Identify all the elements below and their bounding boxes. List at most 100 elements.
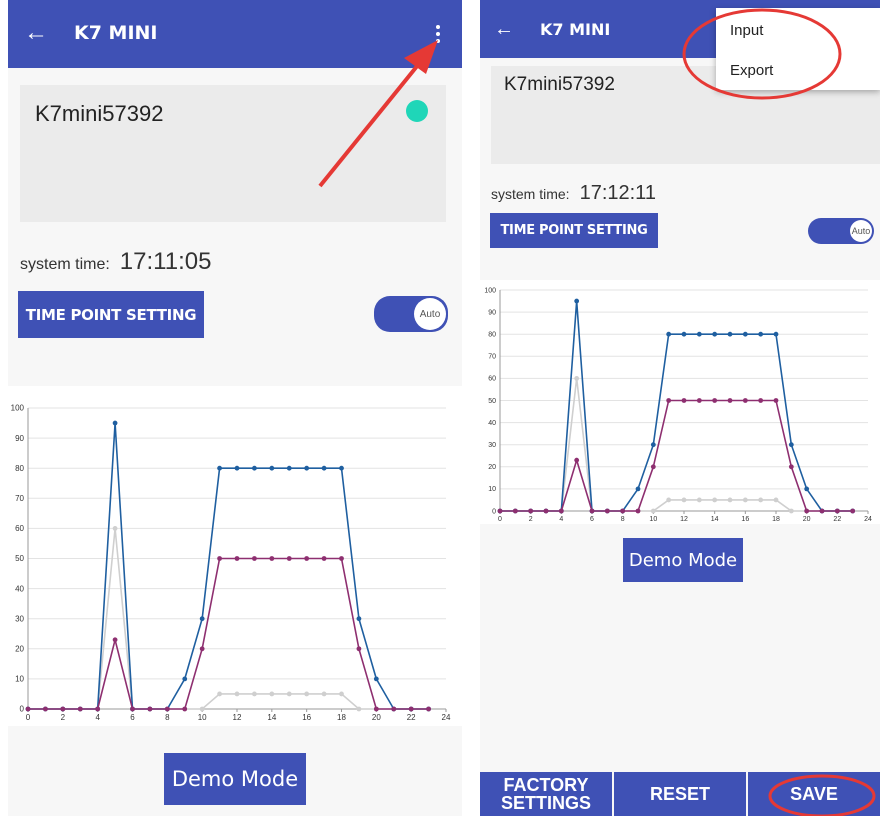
data-point — [77, 706, 83, 712]
x-tick-label: 4 — [559, 516, 563, 523]
data-point — [727, 331, 733, 337]
x-tick-label: 6 — [130, 713, 135, 722]
line-chart-svg: 01020304050607080901000 2 4 6 8 10 12 14 16 18 20 2… — [11, 404, 451, 722]
demo-mode-button[interactable]: Demo Mode — [164, 753, 306, 805]
schedule-chart: 0 10 20 30 40 50 60 70 80 90 100 0 2 4 6 8 10 12 14 16 18 20 2… — [8, 386, 462, 726]
data-point — [269, 465, 275, 471]
data-point — [60, 706, 66, 712]
data-point — [773, 398, 779, 403]
data-point — [666, 497, 672, 503]
x-tick-label: 18 — [337, 713, 346, 722]
y-tick-label: 60 — [15, 524, 24, 533]
y-tick-label: 80 — [488, 332, 496, 339]
back-arrow-icon[interactable]: ← — [24, 21, 48, 45]
data-point — [620, 508, 626, 514]
overflow-menu: Input Export — [716, 8, 880, 90]
data-point — [373, 706, 379, 712]
data-point — [286, 691, 292, 697]
menu-item-export[interactable]: Export — [730, 62, 773, 79]
data-point — [696, 398, 702, 403]
data-point — [650, 442, 656, 448]
y-tick-label: 80 — [15, 464, 24, 473]
overflow-menu-icon[interactable] — [436, 25, 440, 43]
y-tick-label: 40 — [15, 584, 24, 593]
data-point — [112, 637, 118, 643]
data-point — [804, 508, 810, 514]
x-tick-label: 2 — [61, 713, 66, 722]
data-point — [112, 526, 118, 531]
series-line-1 — [28, 423, 429, 710]
x-tick-label: 10 — [649, 516, 657, 523]
bottom-action-bar: FACTORY SETTINGS RESET SAVE — [480, 772, 880, 816]
toggle-knob: Auto — [414, 298, 446, 330]
series-line-2 — [500, 399, 853, 512]
schedule-chart: 0 10 20 30 40 50 60 70 80 90 100 0 2 4 6 8 10 12 14 16 18 20 2… — [480, 280, 880, 524]
menu-item-input[interactable]: Input — [730, 22, 763, 39]
auto-toggle[interactable]: Auto — [374, 296, 448, 332]
data-point — [408, 706, 414, 712]
data-point — [834, 508, 840, 514]
data-point — [528, 508, 534, 514]
toggle-knob: Auto — [850, 220, 872, 242]
data-point — [25, 706, 31, 712]
demo-mode-button[interactable]: Demo Mode — [623, 538, 743, 582]
y-tick-label: 0 — [492, 508, 496, 515]
device-card[interactable]: K7mini57392 — [20, 85, 446, 222]
system-time-label: system time: — [20, 256, 110, 273]
series-line-1 — [500, 300, 853, 512]
time-point-setting-button[interactable]: TIME POINT SETTING — [490, 213, 658, 248]
x-tick-label: 4 — [95, 713, 100, 722]
data-point — [681, 497, 687, 503]
auto-toggle[interactable]: Auto — [808, 218, 874, 244]
y-tick-label: 60 — [488, 376, 496, 383]
factory-settings-button[interactable]: FACTORY SETTINGS — [480, 772, 612, 816]
data-point — [819, 508, 825, 514]
data-point — [304, 556, 310, 561]
right-screen: ← K7 MINI K7mini57392 system time: 17:12… — [480, 0, 880, 816]
y-tick-label: 100 — [11, 404, 25, 413]
data-point — [712, 398, 718, 403]
y-tick-label: 90 — [15, 434, 24, 443]
x-tick-label: 24 — [864, 516, 872, 523]
x-tick-label: 14 — [711, 516, 719, 523]
data-point — [199, 616, 205, 622]
data-point — [356, 646, 362, 652]
data-point — [788, 464, 794, 470]
data-point — [758, 398, 764, 403]
x-tick-label: 10 — [198, 713, 207, 722]
data-point — [788, 508, 794, 514]
x-tick-label: 14 — [267, 713, 276, 722]
time-point-setting-button[interactable]: TIME POINT SETTING — [18, 291, 204, 338]
data-point — [681, 398, 687, 403]
data-point — [356, 706, 362, 712]
data-point — [712, 331, 718, 337]
y-tick-label: 100 — [484, 287, 496, 294]
save-button[interactable]: SAVE — [748, 772, 880, 816]
reset-button[interactable]: RESET — [614, 772, 746, 816]
data-point — [339, 556, 344, 561]
back-arrow-icon[interactable]: ← — [494, 17, 514, 41]
data-point — [252, 556, 257, 561]
device-name: K7mini57392 — [504, 74, 615, 95]
x-tick-label: 2 — [529, 516, 533, 523]
data-point — [650, 508, 656, 514]
x-tick-label: 18 — [772, 516, 780, 523]
y-tick-label: 10 — [488, 486, 496, 493]
data-point — [217, 691, 222, 697]
x-tick-label: 20 — [372, 713, 381, 722]
data-point — [712, 497, 718, 503]
x-tick-label: 6 — [590, 516, 594, 523]
system-time-value: 17:12:11 — [579, 182, 656, 204]
data-point — [650, 464, 656, 470]
data-point — [147, 706, 153, 712]
data-point — [199, 706, 205, 712]
device-name: K7mini57392 — [35, 101, 164, 126]
data-point — [666, 398, 672, 403]
series-line-2 — [28, 557, 429, 710]
data-point — [182, 676, 188, 682]
data-point — [727, 497, 733, 503]
data-point — [512, 508, 518, 514]
data-point — [252, 691, 257, 697]
data-point — [199, 646, 205, 652]
y-tick-label: 70 — [488, 354, 496, 361]
